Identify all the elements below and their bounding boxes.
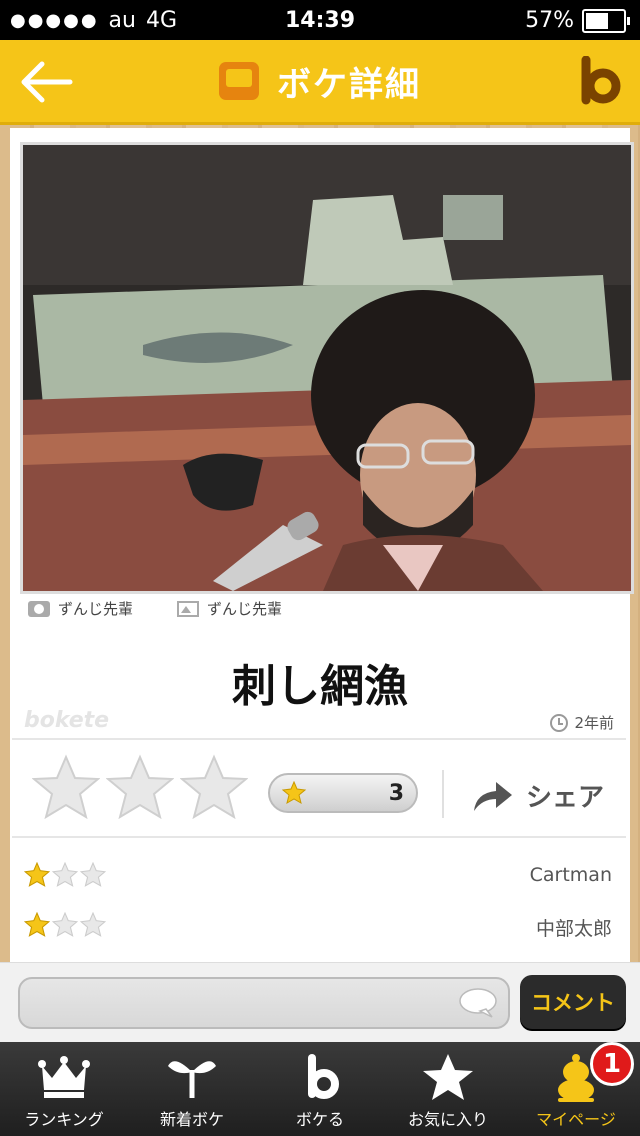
bokete-logo-icon[interactable] (578, 56, 624, 106)
comment-input[interactable] (18, 977, 510, 1029)
share-button[interactable]: シェア (470, 777, 604, 814)
tab-bar: ランキング 新着ボケ ボケる お気に入り マイページ 1 (0, 1042, 640, 1136)
clock-icon (550, 713, 569, 732)
vote-stars (24, 912, 106, 938)
page-title: ボケ詳細 (277, 64, 421, 105)
photo-illustration (23, 145, 631, 591)
rate-star-3[interactable] (180, 754, 248, 820)
photo-credit[interactable]: ずんじ先輩 (28, 598, 133, 619)
tab-label: マイページ (536, 1110, 616, 1129)
voter-name[interactable]: 中部太郎 (536, 914, 612, 941)
image-credit[interactable]: ずんじ先輩 (177, 598, 282, 619)
separator (442, 770, 444, 818)
tab-post-boke[interactable]: ボケる (256, 1042, 384, 1136)
notification-badge: 1 (590, 1042, 634, 1086)
bokete-watermark: bokete (24, 708, 110, 733)
share-label: シェア (526, 783, 605, 813)
image-credit-user: ずんじ先輩 (207, 600, 283, 618)
crown-icon (38, 1056, 90, 1098)
boke-photo[interactable] (20, 142, 634, 594)
camera-icon (28, 600, 50, 617)
battery-icon (582, 8, 630, 33)
rate-star-1[interactable] (32, 754, 100, 820)
star-count: 3 (388, 781, 404, 806)
star-icon (423, 1054, 473, 1100)
share-arrow-icon (474, 781, 512, 811)
bokete-b-icon (308, 1054, 339, 1099)
tab-label: ランキング (24, 1110, 104, 1129)
divider (12, 738, 626, 740)
navigation-bar: ボケ詳細 (0, 40, 640, 125)
tab-new-boke[interactable]: 新着ボケ (128, 1042, 256, 1136)
star-empty-icon (80, 912, 106, 937)
post-age-text: 2年前 (574, 714, 614, 732)
boke-text: 刺し網漁 (232, 661, 408, 712)
star-icon (282, 781, 306, 805)
star-count-badge[interactable]: 3 (268, 773, 418, 813)
speech-bubble-icon (459, 988, 497, 1018)
star-empty-icon (80, 862, 106, 887)
comment-button[interactable]: コメント (520, 975, 626, 1029)
tab-label: お気に入り (407, 1110, 488, 1129)
credits: ずんじ先輩 ずんじ先輩 (28, 598, 282, 619)
image-icon (177, 600, 200, 617)
status-bar: ●●●●● au 4G 14:39 57% (0, 0, 640, 40)
tab-mypage[interactable]: マイページ 1 (512, 1042, 640, 1136)
tab-ranking[interactable]: ランキング (0, 1042, 128, 1136)
list-item[interactable]: 中部太郎 (24, 906, 612, 956)
star-filled-icon (24, 862, 50, 887)
tab-label: ボケる (295, 1110, 344, 1129)
divider (12, 836, 626, 838)
photo-credit-user: ずんじ先輩 (58, 600, 134, 618)
voter-name[interactable]: Cartman (530, 864, 612, 886)
star-empty-icon (52, 912, 78, 937)
sprout-icon (168, 1061, 216, 1098)
vote-stars (24, 862, 106, 888)
list-item[interactable]: Cartman (24, 856, 612, 906)
tab-label: 新着ボケ (159, 1110, 224, 1129)
rate-star-2[interactable] (106, 754, 174, 820)
battery-percent: 57% (525, 8, 574, 33)
post-age: 2年前 (550, 712, 614, 733)
star-filled-icon (24, 912, 50, 937)
vote-list: Cartman 中部太郎 (24, 856, 612, 956)
rating-stars (32, 754, 248, 820)
star-empty-icon (52, 862, 78, 887)
tv-icon (219, 62, 259, 100)
comment-bar: コメント (0, 962, 640, 1043)
tab-favorites[interactable]: お気に入り (384, 1042, 512, 1136)
